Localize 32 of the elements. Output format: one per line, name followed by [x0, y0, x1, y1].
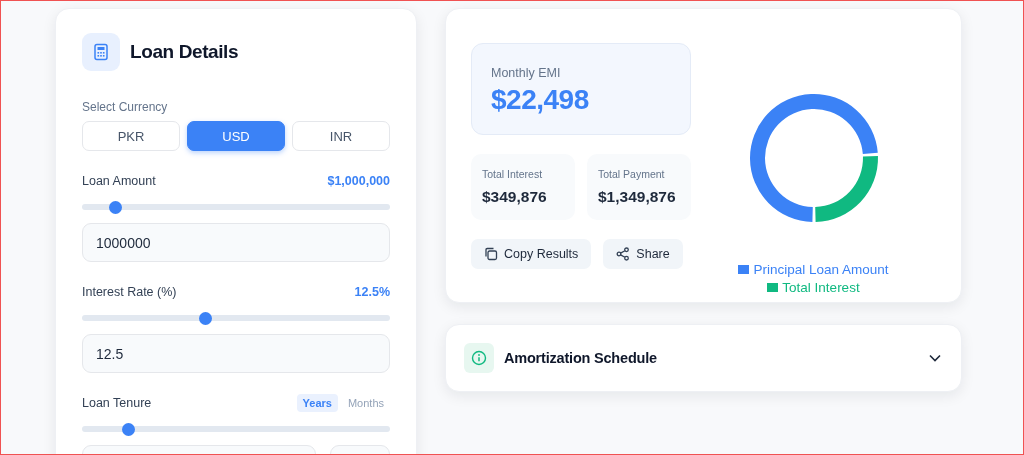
field-label: Loan Tenure: [82, 396, 152, 410]
legend-item: Total Interest: [767, 280, 860, 295]
emi-value: $22,498: [491, 84, 590, 116]
legend-item: Principal Loan Amount: [738, 262, 889, 277]
slider-thumb[interactable]: [121, 422, 135, 436]
field-label: Select Currency: [82, 100, 169, 114]
chevron-icon: [929, 354, 941, 362]
currency-button[interactable]: USD: [187, 121, 285, 151]
stat-value: $1,349,876: [598, 188, 677, 206]
currency-button[interactable]: PKR: [82, 121, 180, 151]
slider-thumb[interactable]: [109, 200, 123, 214]
value-reading: 12.5%: [354, 285, 390, 299]
stat-value: $349,876: [482, 188, 548, 206]
slider-thumb[interactable]: [198, 311, 212, 325]
stat-label: Total Interest: [482, 168, 544, 180]
value-reading: $1,000,000: [327, 174, 390, 188]
share-button[interactable]: Share: [603, 239, 683, 269]
stat-label: Total Payment: [598, 168, 666, 180]
emi-label: Monthly EMI: [491, 66, 562, 80]
copy-button[interactable]: Copy Results: [471, 239, 592, 269]
amortization-header[interactable]: Amortization Schedule: [445, 324, 962, 392]
card-title: Loan Details: [130, 41, 239, 63]
input-field[interactable]: 12.5: [82, 334, 390, 373]
calculator-icon: [82, 33, 120, 71]
field-label: Loan Amount: [82, 174, 156, 188]
copy-icon: [484, 247, 498, 261]
currency-button[interactable]: INR: [292, 121, 390, 151]
input-field[interactable]: 1000000: [82, 223, 390, 262]
section-title: Amortization Schedule: [504, 350, 658, 366]
share-icon: [616, 247, 631, 261]
info-icon: [464, 343, 494, 373]
field-label: Interest Rate (%): [82, 285, 177, 299]
